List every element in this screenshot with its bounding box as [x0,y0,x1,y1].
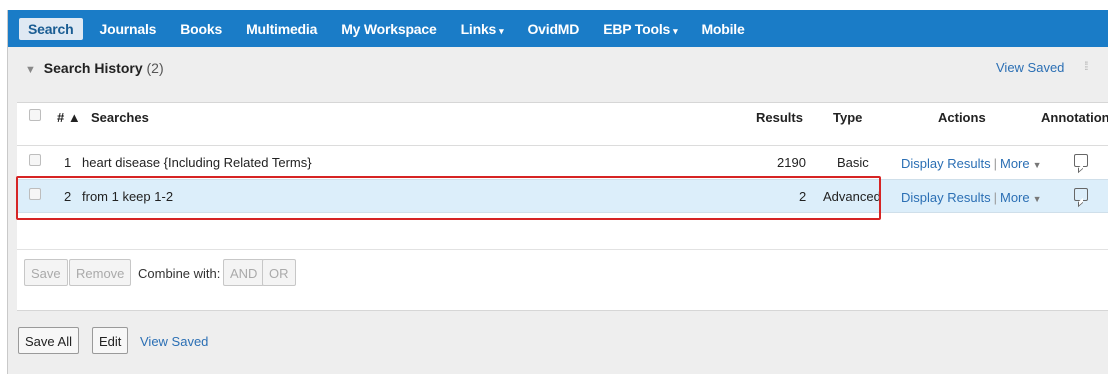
main-nav: Search Journals Books Multimedia My Work… [8,10,1108,47]
display-results-link[interactable]: Display Results [901,156,991,171]
nav-journals[interactable]: Journals [88,21,169,37]
view-saved-link-top[interactable]: View Saved [996,60,1064,75]
table-header: # ▲ Searches Results Type Actions Annota… [17,103,1108,135]
select-all-checkbox[interactable] [29,109,41,121]
nav-links[interactable]: Links ▾ [449,21,516,37]
row-results: 2190 [777,155,806,170]
search-history-header: ▼ Search History (2) View Saved ⁞⁞ [8,47,1108,87]
nav-mobile[interactable]: Mobile [689,21,756,37]
search-history-toggle[interactable]: ▼ Search History (2) [25,60,164,76]
combine-with-label: Combine with: [138,266,221,281]
annotation-comment-icon[interactable] [1074,154,1088,167]
table-row: 2 from 1 keep 1-2 2 Advanced Display Res… [17,179,1108,213]
more-menu-link[interactable]: More [1000,190,1030,205]
search-history-panel: # ▲ Searches Results Type Actions Annota… [17,102,1108,311]
header-number-sort[interactable]: # ▲ [57,110,81,125]
table-row: 1 heart disease {Including Related Terms… [17,145,1108,178]
nav-my-workspace[interactable]: My Workspace [329,21,448,37]
header-annotations: Annotations [1041,110,1108,125]
chevron-down-icon: ▾ [673,25,678,36]
row-number: 1 [64,155,72,170]
nav-search[interactable]: Search [19,17,83,40]
row-number: 2 [64,189,72,204]
chevron-down-icon: ▼ [1032,194,1042,204]
collapse-triangle-icon: ▼ [25,64,36,76]
combine-or-button[interactable]: OR [262,259,296,286]
top-border [0,0,1108,8]
nav-ebp-tools[interactable]: EBP Tools ▾ [591,21,689,37]
chevron-down-icon: ▾ [499,25,504,36]
row-search-text: heart disease {Including Related Terms} [82,155,312,170]
separator: | [993,190,997,205]
combine-and-button[interactable]: AND [223,259,265,286]
search-history-title: Search History [43,60,143,76]
nav-ovidmd[interactable]: OvidMD [515,21,591,37]
header-searches: Searches [91,110,149,125]
ovid-frame: Search Journals Books Multimedia My Work… [7,10,1108,374]
history-action-bar: Save Remove Combine with: AND OR [17,249,1108,294]
row-type: Basic [837,155,869,170]
remove-button[interactable]: Remove [69,259,132,286]
footer-bar: Save All Edit View Saved [8,316,1108,374]
header-type: Type [833,110,863,125]
row-checkbox[interactable] [29,154,41,166]
nav-ebp-tools-label: EBP Tools [603,20,671,37]
chevron-down-icon: ▼ [1032,160,1042,170]
nav-links-label: Links [460,20,497,37]
row-checkbox[interactable] [29,188,41,200]
save-button[interactable]: Save [24,259,68,286]
drag-handle-icon[interactable]: ⁞⁞ [1084,59,1088,73]
more-menu-link[interactable]: More [1000,156,1030,171]
edit-button[interactable]: Edit [92,327,129,354]
header-actions: Actions [938,110,986,125]
save-all-button[interactable]: Save All [18,327,79,354]
separator: | [993,156,997,171]
header-results: Results [756,110,803,125]
search-history-count: (2) [146,60,164,76]
row-search-text: from 1 keep 1-2 [82,189,174,204]
nav-multimedia[interactable]: Multimedia [234,21,329,37]
row-results: 2 [799,189,807,204]
row-type: Advanced [823,189,881,204]
nav-books[interactable]: Books [168,21,234,37]
annotation-comment-icon[interactable] [1074,188,1088,201]
display-results-link[interactable]: Display Results [901,190,991,205]
view-saved-link-bottom[interactable]: View Saved [140,334,208,349]
